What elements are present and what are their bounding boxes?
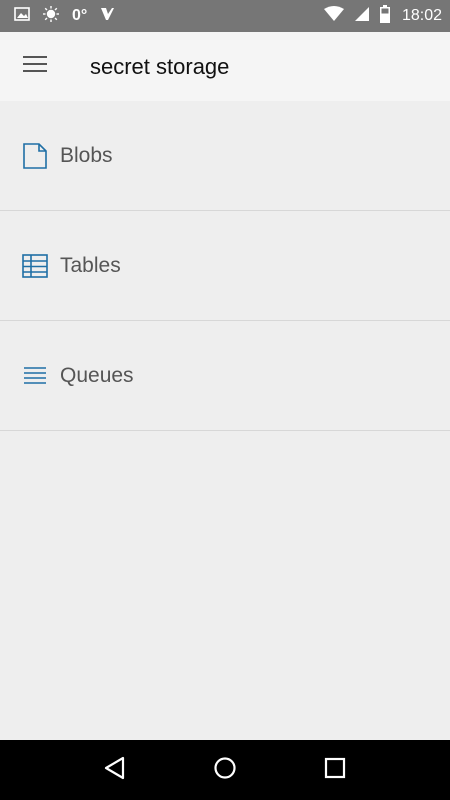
list-item-label: Queues: [60, 363, 134, 387]
app-bar: secret storage: [0, 32, 450, 101]
status-bar-right: 18:02: [323, 4, 442, 28]
queue-list-icon: [22, 363, 48, 389]
file-icon: [22, 142, 48, 169]
temperature-text: 0°: [72, 7, 88, 24]
list-item-blobs[interactable]: Blobs: [0, 101, 450, 211]
status-bar-left: 0°: [14, 5, 115, 28]
system-nav-bar: [0, 740, 450, 800]
hamburger-menu-icon: [23, 55, 47, 78]
home-button[interactable]: [200, 745, 250, 795]
back-icon: [104, 756, 126, 785]
image-icon: [14, 6, 30, 27]
list-item-tables[interactable]: Tables: [0, 211, 450, 321]
list-item-label: Tables: [60, 253, 121, 277]
app-notification-icon: [99, 6, 115, 27]
status-bar: 0° 18:02: [0, 0, 450, 32]
recents-icon: [324, 757, 346, 784]
storage-list: Blobs Tables Queues: [0, 101, 450, 431]
list-item-queues[interactable]: Queues: [0, 321, 450, 431]
battery-icon: [379, 4, 390, 28]
hamburger-menu-button[interactable]: [0, 32, 70, 101]
page-title: secret storage: [90, 53, 230, 79]
signal-icon: [354, 6, 370, 27]
clock-text: 18:02: [401, 7, 442, 24]
recents-button[interactable]: [310, 745, 360, 795]
back-button[interactable]: [90, 745, 140, 795]
brightness-icon: [42, 5, 60, 28]
list-item-label: Blobs: [60, 143, 113, 167]
table-icon: [22, 253, 48, 279]
wifi-icon: [323, 5, 344, 27]
home-icon: [213, 756, 237, 785]
